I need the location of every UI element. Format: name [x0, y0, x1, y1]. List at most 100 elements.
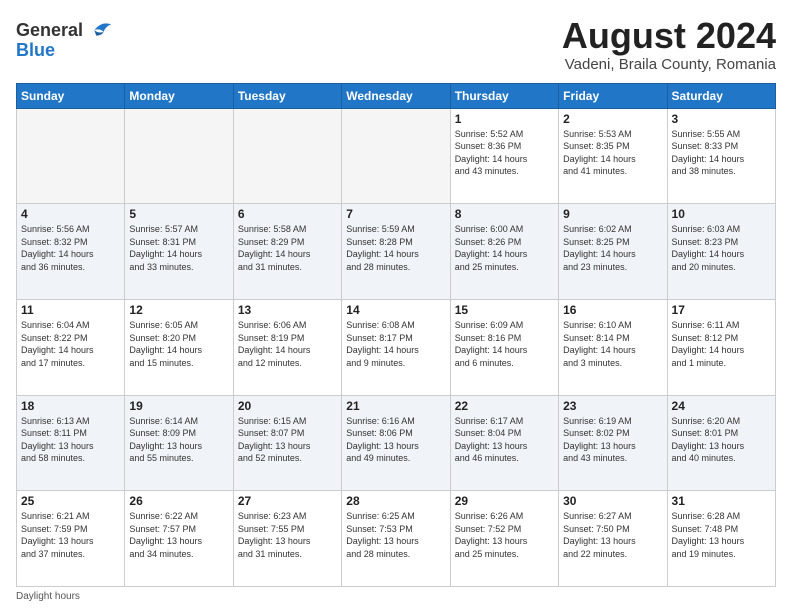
- day-info: Sunrise: 6:13 AM Sunset: 8:11 PM Dayligh…: [21, 415, 120, 465]
- day-info: Sunrise: 6:20 AM Sunset: 8:01 PM Dayligh…: [672, 415, 771, 465]
- header-sunday: Sunday: [17, 83, 125, 108]
- day-number: 4: [21, 207, 120, 221]
- calendar-cell-w2-d5: 16 Sunrise: 6:10 AM Sunset: 8:14 PM Dayli…: [559, 299, 667, 395]
- calendar-cell-w4-d5: 30 Sunrise: 6:27 AM Sunset: 7:50 PM Dayli…: [559, 491, 667, 587]
- calendar-cell-w1-d6: 10Sunrise: 6:03 AM Sunset: 8:23 PM Dayli…: [667, 204, 775, 300]
- calendar-cell-w4-d4: 29Sunrise: 6:26 AM Sunset: 7:52 PM Dayli…: [450, 491, 558, 587]
- day-info: Sunrise: 6:19 AM Sunset: 8:02 PM Dayligh…: [563, 415, 662, 465]
- calendar-cell-w2-d0: 11 Sunrise: 6:04 AM Sunset: 8:22 PM Dayli…: [17, 299, 125, 395]
- day-number: 18: [21, 399, 120, 413]
- calendar-header-row: SundayMondayTuesdayWednesdayThursdayFrid…: [17, 83, 776, 108]
- calendar-cell-w0-d4: 1 Sunrise: 5:52 AM Sunset: 8:36 PM Daylig…: [450, 108, 558, 204]
- day-info: Sunrise: 6:28 AM Sunset: 7:48 PM Dayligh…: [672, 510, 771, 560]
- day-info: Sunrise: 5:55 AM Sunset: 8:33 PM Dayligh…: [672, 128, 771, 178]
- day-number: 23: [563, 399, 662, 413]
- day-info: Sunrise: 6:08 AM Sunset: 8:17 PM Dayligh…: [346, 319, 445, 369]
- day-number: 12: [129, 303, 228, 317]
- title-block: August 2024 Vadeni, Braila County, Roman…: [562, 16, 776, 73]
- calendar-cell-w2-d1: 12 Sunrise: 6:05 AM Sunset: 8:20 PM Dayli…: [125, 299, 233, 395]
- day-number: 19: [129, 399, 228, 413]
- day-number: 31: [672, 494, 771, 508]
- calendar-cell-w1-d1: 5 Sunrise: 5:57 AM Sunset: 8:31 PM Daylig…: [125, 204, 233, 300]
- day-info: Sunrise: 5:57 AM Sunset: 8:31 PM Dayligh…: [129, 223, 228, 273]
- day-number: 5: [129, 207, 228, 221]
- day-info: Sunrise: 6:21 AM Sunset: 7:59 PM Dayligh…: [21, 510, 120, 560]
- calendar-cell-w0-d3: [342, 108, 450, 204]
- day-info: Sunrise: 6:15 AM Sunset: 8:07 PM Dayligh…: [238, 415, 337, 465]
- calendar-cell-w2-d6: 17 Sunrise: 6:11 AM Sunset: 8:12 PM Dayli…: [667, 299, 775, 395]
- day-info: Sunrise: 6:03 AM Sunset: 8:23 PM Dayligh…: [672, 223, 771, 273]
- calendar-cell-w0-d5: 2 Sunrise: 5:53 AM Sunset: 8:35 PM Daylig…: [559, 108, 667, 204]
- day-info: Sunrise: 6:16 AM Sunset: 8:06 PM Dayligh…: [346, 415, 445, 465]
- day-info: Sunrise: 6:05 AM Sunset: 8:20 PM Dayligh…: [129, 319, 228, 369]
- day-number: 25: [21, 494, 120, 508]
- day-info: Sunrise: 6:27 AM Sunset: 7:50 PM Dayligh…: [563, 510, 662, 560]
- week-row-2: 11 Sunrise: 6:04 AM Sunset: 8:22 PM Dayli…: [17, 299, 776, 395]
- calendar-cell-w4-d0: 25 Sunrise: 6:21 AM Sunset: 7:59 PM Dayli…: [17, 491, 125, 587]
- day-number: 17: [672, 303, 771, 317]
- day-info: Sunrise: 6:10 AM Sunset: 8:14 PM Dayligh…: [563, 319, 662, 369]
- header-friday: Friday: [559, 83, 667, 108]
- logo: General Blue: [16, 16, 113, 61]
- day-info: Sunrise: 6:23 AM Sunset: 7:55 PM Dayligh…: [238, 510, 337, 560]
- day-number: 24: [672, 399, 771, 413]
- day-number: 3: [672, 112, 771, 126]
- day-number: 20: [238, 399, 337, 413]
- day-number: 6: [238, 207, 337, 221]
- calendar-cell-w4-d3: 28Sunrise: 6:25 AM Sunset: 7:53 PM Dayli…: [342, 491, 450, 587]
- week-row-1: 4Sunrise: 5:56 AM Sunset: 8:32 PM Daylig…: [17, 204, 776, 300]
- day-info: Sunrise: 5:52 AM Sunset: 8:36 PM Dayligh…: [455, 128, 554, 178]
- logo-bird-icon: [85, 16, 113, 44]
- header-monday: Monday: [125, 83, 233, 108]
- day-number: 11: [21, 303, 120, 317]
- day-number: 30: [563, 494, 662, 508]
- calendar-cell-w3-d6: 24 Sunrise: 6:20 AM Sunset: 8:01 PM Dayli…: [667, 395, 775, 491]
- calendar-cell-w1-d3: 7Sunrise: 5:59 AM Sunset: 8:28 PM Daylig…: [342, 204, 450, 300]
- day-number: 7: [346, 207, 445, 221]
- day-info: Sunrise: 6:11 AM Sunset: 8:12 PM Dayligh…: [672, 319, 771, 369]
- calendar-cell-w1-d4: 8 Sunrise: 6:00 AM Sunset: 8:26 PM Daylig…: [450, 204, 558, 300]
- calendar-cell-w1-d5: 9 Sunrise: 6:02 AM Sunset: 8:25 PM Daylig…: [559, 204, 667, 300]
- calendar-cell-w4-d1: 26Sunrise: 6:22 AM Sunset: 7:57 PM Dayli…: [125, 491, 233, 587]
- calendar-cell-w1-d0: 4Sunrise: 5:56 AM Sunset: 8:32 PM Daylig…: [17, 204, 125, 300]
- calendar-cell-w3-d4: 22Sunrise: 6:17 AM Sunset: 8:04 PM Dayli…: [450, 395, 558, 491]
- calendar-table: SundayMondayTuesdayWednesdayThursdayFrid…: [16, 83, 776, 587]
- calendar-cell-w3-d5: 23 Sunrise: 6:19 AM Sunset: 8:02 PM Dayli…: [559, 395, 667, 491]
- day-number: 2: [563, 112, 662, 126]
- calendar-cell-w0-d6: 3 Sunrise: 5:55 AM Sunset: 8:33 PM Daylig…: [667, 108, 775, 204]
- day-info: Sunrise: 6:14 AM Sunset: 8:09 PM Dayligh…: [129, 415, 228, 465]
- day-number: 8: [455, 207, 554, 221]
- day-info: Sunrise: 6:00 AM Sunset: 8:26 PM Dayligh…: [455, 223, 554, 273]
- main-title: August 2024: [562, 16, 776, 56]
- header-saturday: Saturday: [667, 83, 775, 108]
- calendar-cell-w3-d2: 20 Sunrise: 6:15 AM Sunset: 8:07 PM Dayli…: [233, 395, 341, 491]
- calendar-cell-w1-d2: 6 Sunrise: 5:58 AM Sunset: 8:29 PM Daylig…: [233, 204, 341, 300]
- calendar-cell-w2-d3: 14Sunrise: 6:08 AM Sunset: 8:17 PM Dayli…: [342, 299, 450, 395]
- day-number: 1: [455, 112, 554, 126]
- calendar-cell-w2-d4: 15Sunrise: 6:09 AM Sunset: 8:16 PM Dayli…: [450, 299, 558, 395]
- day-info: Sunrise: 5:53 AM Sunset: 8:35 PM Dayligh…: [563, 128, 662, 178]
- header-thursday: Thursday: [450, 83, 558, 108]
- logo-general-text: General: [16, 20, 83, 41]
- week-row-4: 25 Sunrise: 6:21 AM Sunset: 7:59 PM Dayli…: [17, 491, 776, 587]
- calendar-cell-w4-d6: 31 Sunrise: 6:28 AM Sunset: 7:48 PM Dayli…: [667, 491, 775, 587]
- day-info: Sunrise: 6:09 AM Sunset: 8:16 PM Dayligh…: [455, 319, 554, 369]
- day-info: Sunrise: 6:06 AM Sunset: 8:19 PM Dayligh…: [238, 319, 337, 369]
- header-wednesday: Wednesday: [342, 83, 450, 108]
- day-number: 27: [238, 494, 337, 508]
- day-number: 9: [563, 207, 662, 221]
- calendar-cell-w3-d1: 19 Sunrise: 6:14 AM Sunset: 8:09 PM Dayli…: [125, 395, 233, 491]
- footer-note: Daylight hours: [16, 591, 776, 602]
- day-info: Sunrise: 6:02 AM Sunset: 8:25 PM Dayligh…: [563, 223, 662, 273]
- day-number: 26: [129, 494, 228, 508]
- day-number: 13: [238, 303, 337, 317]
- subtitle: Vadeni, Braila County, Romania: [562, 56, 776, 73]
- day-info: Sunrise: 5:58 AM Sunset: 8:29 PM Dayligh…: [238, 223, 337, 273]
- header: General Blue August 2024 Vadeni, Braila …: [16, 16, 776, 73]
- day-info: Sunrise: 6:04 AM Sunset: 8:22 PM Dayligh…: [21, 319, 120, 369]
- day-number: 16: [563, 303, 662, 317]
- calendar-cell-w2-d2: 13 Sunrise: 6:06 AM Sunset: 8:19 PM Dayli…: [233, 299, 341, 395]
- header-tuesday: Tuesday: [233, 83, 341, 108]
- calendar-cell-w0-d2: [233, 108, 341, 204]
- day-info: Sunrise: 6:17 AM Sunset: 8:04 PM Dayligh…: [455, 415, 554, 465]
